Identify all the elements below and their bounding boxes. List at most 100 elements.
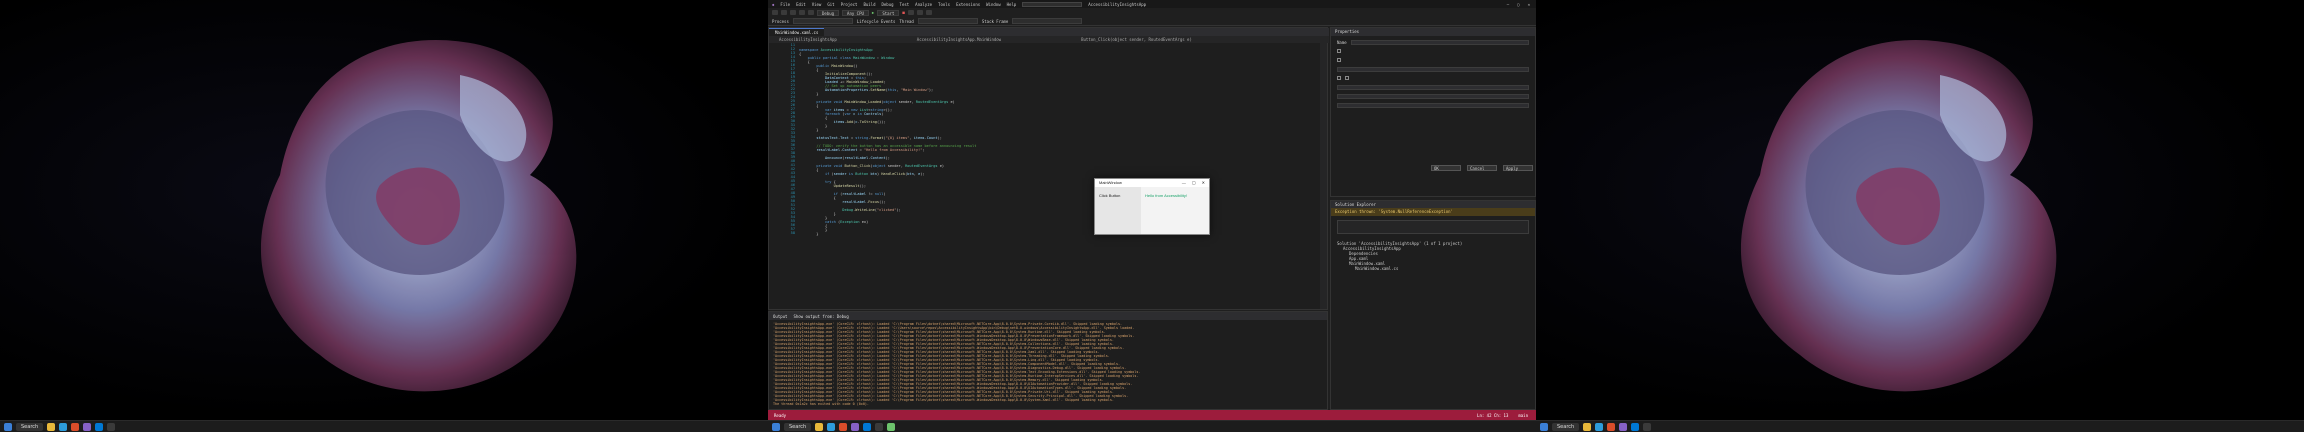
menu-view[interactable]: View — [812, 2, 822, 7]
menu-debug[interactable]: Debug — [881, 2, 893, 7]
apply-button[interactable]: Apply — [1503, 165, 1533, 171]
cancel-button[interactable]: Cancel — [1467, 165, 1497, 171]
taskbar-search[interactable]: Search — [1552, 422, 1580, 431]
file-explorer-icon[interactable] — [47, 422, 56, 431]
dialog-title: MainWindow — [1099, 180, 1122, 185]
menu-bar: ◆ File Edit View Git Project Build Debug… — [768, 0, 1536, 8]
minimize-icon[interactable]: — — [1182, 179, 1186, 187]
editor-scrollbar[interactable] — [1320, 43, 1327, 309]
menu-build[interactable]: Build — [863, 2, 875, 7]
terminal-icon[interactable] — [107, 422, 116, 431]
cursor-position[interactable]: Ln: 42 Ch: 13 — [1477, 413, 1508, 418]
property-row — [1337, 102, 1529, 108]
name-field[interactable] — [1350, 39, 1529, 45]
ok-button[interactable]: OK — [1431, 165, 1461, 171]
terminal-icon[interactable] — [875, 422, 884, 431]
checkbox[interactable] — [1337, 49, 1341, 53]
checkbox[interactable] — [1345, 76, 1349, 80]
breadcrumb-project[interactable]: AccessibilityInsightsApp — [779, 36, 837, 43]
forward-icon[interactable] — [781, 10, 787, 15]
vs-logo-icon: ◆ — [772, 1, 775, 7]
property-row — [1337, 75, 1529, 81]
git-branch[interactable]: main — [1518, 413, 1536, 418]
property-field[interactable] — [1337, 93, 1529, 99]
output-source-dropdown[interactable]: Show output from: Debug — [793, 314, 848, 319]
windows-start-icon[interactable] — [772, 422, 780, 431]
maximize-icon[interactable]: ▢ — [1192, 179, 1196, 187]
taskbar-search[interactable]: Search — [784, 422, 812, 431]
save-icon[interactable] — [790, 10, 796, 15]
windows-start-icon[interactable] — [4, 422, 12, 431]
property-field[interactable] — [1337, 102, 1529, 108]
breadcrumb-class[interactable]: AccessibilityInsightsApp.MainWindow — [917, 36, 1001, 43]
file-explorer-icon[interactable] — [1583, 422, 1592, 431]
step-into-icon[interactable] — [925, 10, 932, 15]
redo-icon[interactable] — [808, 10, 814, 15]
chrome-icon[interactable] — [1607, 422, 1616, 431]
click-button[interactable]: Click Button — [1099, 193, 1120, 198]
back-icon[interactable] — [772, 10, 778, 15]
output-text: 'AccessibilityInsightsApp.exe' (CoreCLR:… — [769, 320, 1327, 408]
breadcrumb-member[interactable]: Button_Click(object sender, RoutedEventA… — [1081, 36, 1192, 43]
line-numbers: 11 12 13 14 15 16 17 18 19 20 21 22 23 24 25 26 27 28 29 30… — [769, 43, 797, 309]
code-area[interactable]: namespace AccessibilityInsightsApp{ publ… — [799, 43, 1319, 309]
checkbox[interactable] — [1337, 58, 1341, 62]
step-over-icon[interactable] — [916, 10, 923, 15]
left-desktop — [0, 0, 768, 420]
start-button[interactable]: Start — [877, 9, 900, 16]
stack-frame-dropdown[interactable] — [1012, 18, 1083, 24]
app-icon[interactable] — [887, 422, 896, 431]
menu-help[interactable]: Help — [1007, 2, 1017, 7]
menu-git[interactable]: Git — [827, 2, 834, 7]
stop-icon[interactable]: ■ — [902, 10, 904, 15]
property-field[interactable] — [1337, 84, 1529, 90]
menu-edit[interactable]: Edit — [796, 2, 806, 7]
chrome-icon[interactable] — [71, 422, 80, 431]
thread-dropdown[interactable] — [917, 18, 978, 24]
chrome-icon[interactable] — [839, 422, 848, 431]
file-explorer-icon[interactable] — [815, 422, 824, 431]
search-solution-input[interactable] — [1337, 220, 1529, 234]
lifecycle-events-button[interactable]: Lifecycle Events — [857, 19, 896, 24]
tree-item[interactable]: MainWindow.xaml.cs — [1337, 266, 1529, 271]
output-tab[interactable]: Output — [773, 314, 787, 319]
visual-studio-icon[interactable] — [83, 422, 92, 431]
menu-window[interactable]: Window — [986, 2, 1000, 7]
editor-tab-mainwindow[interactable]: MainWindow.xaml.cs — [769, 28, 825, 36]
edge-icon[interactable] — [1595, 422, 1604, 431]
store-icon[interactable] — [863, 422, 872, 431]
start-icon[interactable]: ▶ — [872, 10, 874, 15]
search-input[interactable] — [1022, 1, 1083, 7]
code-editor: MainWindow.xaml.cs AccessibilityInsights… — [768, 27, 1329, 310]
menu-project[interactable]: Project — [841, 2, 858, 7]
visual-studio-icon[interactable] — [1619, 422, 1628, 431]
edge-icon[interactable] — [59, 422, 68, 431]
close-icon[interactable]: ✕ — [1528, 2, 1530, 7]
menu-tools[interactable]: Tools — [938, 2, 950, 7]
store-icon[interactable] — [95, 422, 104, 431]
menu-test[interactable]: Test — [900, 2, 910, 7]
platform-dropdown[interactable]: Any CPU — [842, 9, 869, 16]
output-panel: Output Show output from: Debug 'Accessib… — [768, 311, 1328, 410]
property-field[interactable] — [1337, 66, 1529, 72]
terminal-icon[interactable] — [1643, 422, 1652, 431]
taskbar-search[interactable]: Search — [16, 422, 44, 431]
visual-studio-icon[interactable] — [851, 422, 860, 431]
dialog-buttons: OK Cancel Apply — [1431, 165, 1533, 171]
menu-analyze[interactable]: Analyze — [915, 2, 932, 7]
restart-icon[interactable] — [907, 10, 914, 15]
status-ready: Ready — [774, 412, 787, 418]
exception-banner: Exception thrown: 'System.NullReferenceE… — [1331, 208, 1535, 216]
menu-file[interactable]: File — [780, 2, 790, 7]
edge-icon[interactable] — [827, 422, 836, 431]
maximize-icon[interactable]: ▢ — [1517, 2, 1519, 7]
windows-start-icon[interactable] — [1540, 422, 1548, 431]
checkbox[interactable] — [1337, 76, 1341, 80]
store-icon[interactable] — [1631, 422, 1640, 431]
minimize-icon[interactable]: — — [1507, 2, 1509, 7]
close-icon[interactable]: ✕ — [1202, 179, 1205, 187]
menu-extensions[interactable]: Extensions — [956, 2, 980, 7]
undo-icon[interactable] — [799, 10, 805, 15]
process-dropdown[interactable] — [792, 18, 853, 24]
configuration-dropdown[interactable]: Debug — [817, 9, 840, 16]
